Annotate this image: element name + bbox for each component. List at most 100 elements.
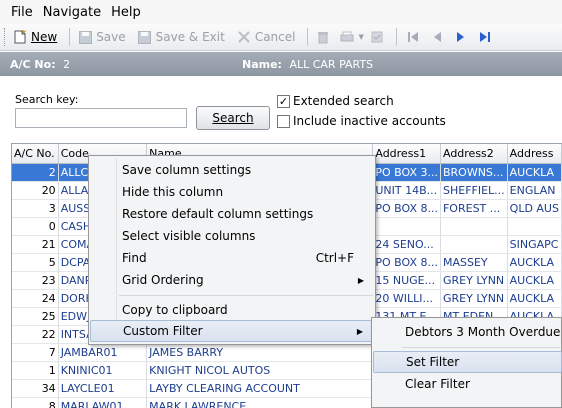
extended-search-checkbox[interactable]: ✓ Extended search xyxy=(277,94,394,108)
menu-grid-ordering[interactable]: Grid Ordering ▶ xyxy=(90,269,374,291)
menu-custom-filter[interactable]: Custom Filter ▶ xyxy=(90,320,374,342)
cell-address2 xyxy=(440,235,508,254)
cell-address2: GREY LYNN xyxy=(440,271,508,290)
cell-ac-no: 24 xyxy=(12,289,59,308)
record-navigation xyxy=(405,32,501,42)
extended-search-label: Extended search xyxy=(293,94,394,108)
save-exit-button[interactable]: Save & Exit xyxy=(138,30,225,44)
account-number: A/C No: 2 xyxy=(10,58,70,71)
cell-address1: 20 WILLI... xyxy=(372,289,441,308)
include-inactive-checkbox[interactable]: Include inactive accounts xyxy=(277,114,446,128)
menu-copy-to-clipboard[interactable]: Copy to clipboard xyxy=(90,299,374,321)
menu-file[interactable]: File xyxy=(6,5,38,20)
cell-ac-no: 5 xyxy=(12,253,59,272)
menu-item-label: Select visible columns xyxy=(122,229,256,243)
menu-item-label: Restore default column settings xyxy=(122,207,314,221)
submenu-divider xyxy=(402,347,560,348)
column-header-address2[interactable]: Address2 xyxy=(440,144,508,164)
trash-icon xyxy=(316,30,330,44)
new-button[interactable]: New xyxy=(13,30,57,44)
cell-ac-no: 21 xyxy=(12,235,59,254)
account-name: Name: ALL CAR PARTS xyxy=(242,58,373,71)
menu-navigate[interactable]: Navigate xyxy=(38,5,106,20)
previous-record-icon[interactable] xyxy=(429,32,445,42)
toolbar-separator xyxy=(395,28,397,46)
search-button-label: Search xyxy=(212,111,254,125)
account-header: A/C No: 2 Name: ALL CAR PARTS xyxy=(0,52,562,76)
submenu-item-label: Set Filter xyxy=(406,355,460,369)
cell-address1: 15 NUGE... xyxy=(372,271,441,290)
cell-code: KNINIC01 xyxy=(58,361,148,380)
ac-label: A/C No: xyxy=(10,57,56,71)
delete-button[interactable] xyxy=(316,30,334,44)
next-record-icon[interactable] xyxy=(453,32,469,42)
cell-ac-no: 8 xyxy=(12,397,59,408)
submenu-arrow-icon: ▶ xyxy=(356,326,363,336)
checkbox-checked-icon: ✓ xyxy=(277,94,290,108)
cell-code: JAMBAR01 xyxy=(58,343,148,362)
print-button[interactable]: ▼ xyxy=(340,30,364,44)
printer-icon xyxy=(340,30,354,44)
menu-item-label: Hide this column xyxy=(122,185,224,199)
menu-hide-this-column[interactable]: Hide this column xyxy=(90,181,374,203)
cell-address2: MASSEY xyxy=(440,253,508,272)
column-header-address3[interactable]: Address xyxy=(507,144,562,164)
cell-ac-no: 2 xyxy=(12,163,59,182)
menu-item-label: Find xyxy=(122,251,147,265)
toolbar-grip[interactable] xyxy=(4,28,7,46)
cell-address2: GREY LYNN xyxy=(440,289,508,308)
menu-save-column-settings[interactable]: Save column settings xyxy=(90,159,374,181)
context-menu: Save column settings Hide this column Re… xyxy=(88,155,376,345)
cell-address1: UNIT 14B... xyxy=(372,181,441,200)
column-header-address1[interactable]: Address1 xyxy=(372,144,441,164)
menu-restore-default-columns[interactable]: Restore default column settings xyxy=(90,203,374,225)
cell-address1: PO BOX 8... xyxy=(372,199,441,218)
menu-divider xyxy=(119,295,373,296)
cell-name: MARK LAWRENCE xyxy=(146,397,374,408)
checkbox-unchecked-icon xyxy=(277,114,290,128)
submenu-item-label: Debtors 3 Month Overdue xyxy=(405,325,561,339)
search-button[interactable]: Search xyxy=(196,106,270,130)
cell-address1: PO BOX 8... xyxy=(372,253,441,272)
submenu-set-filter[interactable]: Set Filter xyxy=(373,351,562,373)
tools-button[interactable] xyxy=(370,30,388,44)
search-key-label: Search key: xyxy=(15,93,79,106)
menu-item-label: Copy to clipboard xyxy=(122,303,228,317)
include-inactive-label: Include inactive accounts xyxy=(293,114,446,128)
cell-ac-no: 0 xyxy=(12,217,59,236)
menu-item-label: Save column settings xyxy=(122,163,252,177)
submenu-item-label: Clear Filter xyxy=(405,377,470,391)
menu-select-visible-columns[interactable]: Select visible columns xyxy=(90,225,374,247)
menu-find[interactable]: Find Ctrl+F xyxy=(90,247,374,269)
cell-name: JAMES BARRY xyxy=(146,343,374,362)
last-record-icon[interactable] xyxy=(477,32,493,42)
cell-address3: ENGLAN xyxy=(507,181,562,200)
menu-help[interactable]: Help xyxy=(106,5,146,20)
menu-item-label: Grid Ordering xyxy=(122,273,204,287)
cancel-button[interactable]: Cancel xyxy=(237,30,295,44)
custom-filter-submenu: Debtors 3 Month Overdue Set Filter Clear… xyxy=(371,317,562,408)
submenu-clear-filter[interactable]: Clear Filter xyxy=(373,373,562,395)
submenu-debtors-3-month-overdue[interactable]: Debtors 3 Month Overdue xyxy=(373,321,562,343)
toolbar: New Save Save & Exit Cancel ▼ xyxy=(0,24,562,51)
cell-address2: BROWNS... xyxy=(440,163,508,182)
cell-ac-no: 23 xyxy=(12,271,59,290)
cell-ac-no: 7 xyxy=(12,343,59,362)
first-record-icon[interactable] xyxy=(405,32,421,42)
toolbar-separator xyxy=(307,28,309,46)
cell-ac-no: 22 xyxy=(12,325,59,344)
new-document-icon xyxy=(13,30,27,44)
cell-code: MARLAW01 xyxy=(58,397,148,408)
save-button[interactable]: Save xyxy=(78,30,126,44)
name-label: Name: xyxy=(242,57,282,71)
cell-address3: AUCKLA xyxy=(507,271,562,290)
cell-address2: SHEFFIEL... xyxy=(440,181,508,200)
search-input[interactable] xyxy=(15,108,187,128)
column-header-ac-no[interactable]: A/C No. xyxy=(12,144,59,164)
cancel-x-icon xyxy=(237,30,251,44)
cell-address3: AUCKLA xyxy=(507,163,562,182)
menu-bar: File Navigate Help xyxy=(0,0,562,24)
ac-value: 2 xyxy=(63,57,71,71)
cell-address1 xyxy=(372,217,441,236)
cell-address2: FOREST ... xyxy=(440,199,508,218)
